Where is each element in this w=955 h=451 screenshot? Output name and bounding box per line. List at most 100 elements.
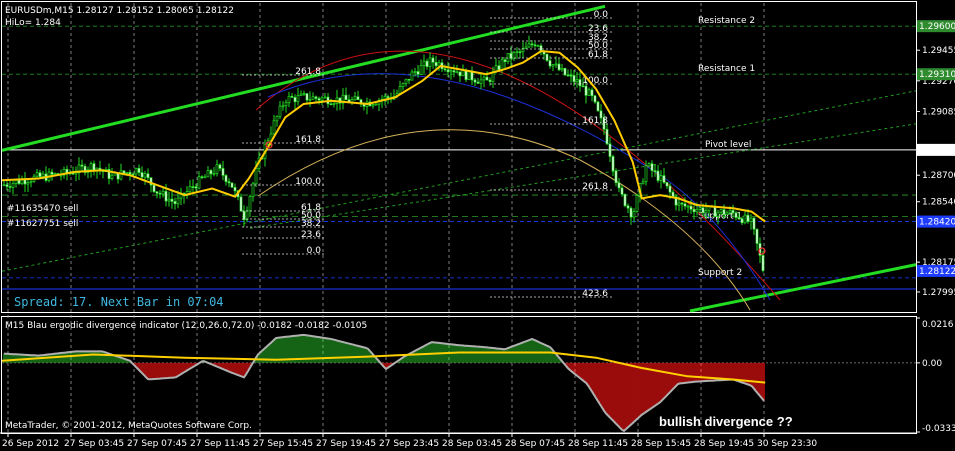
- candle-body: [374, 103, 378, 106]
- candle-body: [482, 76, 486, 81]
- time-label: 28 Sep 11:45: [568, 439, 628, 449]
- candle-body: [629, 207, 633, 218]
- candle-body: [80, 164, 84, 167]
- candle-body: [194, 186, 198, 189]
- candle-body: [143, 173, 147, 178]
- candle-body: [152, 184, 156, 192]
- candle-body: [704, 209, 708, 214]
- time-label: 28 Sep 07:45: [505, 439, 565, 449]
- candle-body: [452, 70, 456, 73]
- candle-body: [206, 170, 210, 178]
- candle-body: [128, 172, 132, 175]
- candle-body: [728, 210, 732, 214]
- time-label: 28 Sep 15:45: [631, 439, 691, 449]
- candle-body: [239, 196, 243, 212]
- candle-body: [356, 96, 360, 101]
- candle-body: [302, 93, 306, 95]
- candle-body: [698, 207, 702, 210]
- candle-body: [593, 95, 597, 103]
- candle-body: [332, 103, 336, 105]
- candle-body: [371, 104, 375, 107]
- candle-body: [446, 69, 450, 73]
- candle-body: [635, 195, 639, 212]
- fib-label: 0.0: [594, 10, 609, 20]
- candle-body: [509, 52, 513, 59]
- candle-body: [215, 164, 219, 174]
- candle-body: [344, 94, 348, 101]
- candle-body: [737, 217, 741, 220]
- candle-body: [755, 228, 759, 244]
- candle-body: [644, 165, 648, 183]
- candle-body: [752, 217, 756, 230]
- candle-body: [314, 96, 318, 99]
- candle-body: [209, 170, 213, 175]
- indicator-tick-label: 0.00: [922, 359, 942, 369]
- candle-body: [161, 190, 165, 195]
- candle-body: [323, 96, 327, 99]
- candle-body: [11, 183, 15, 188]
- candle-body: [287, 95, 291, 104]
- candle-body: [218, 164, 222, 169]
- candle-body: [665, 182, 669, 187]
- copyright: MetaTrader, © 2001-2012, MetaQuotes Soft…: [5, 421, 252, 431]
- candle-body: [695, 209, 699, 213]
- candle-body: [605, 128, 609, 145]
- level-label: Resistance 2: [698, 16, 755, 26]
- level-label: Support 2: [698, 268, 742, 278]
- candle-body: [563, 67, 567, 76]
- candle-body: [545, 53, 549, 61]
- candle-body: [26, 182, 30, 185]
- candle-body: [569, 74, 573, 77]
- candle-body: [581, 85, 585, 88]
- price-tick-label: 1.28540: [922, 198, 955, 208]
- fib-label: 261.8: [582, 182, 608, 192]
- time-label: 27 Sep 11:45: [190, 439, 250, 449]
- candle-body: [122, 170, 126, 174]
- fib-label: 61.8: [588, 50, 608, 60]
- time-label: 27 Sep 23:45: [379, 439, 439, 449]
- candle-body: [617, 182, 621, 189]
- candle-body: [731, 210, 735, 214]
- candle-body: [131, 173, 135, 176]
- fib-label: 161.8: [295, 135, 321, 145]
- candle-body: [407, 78, 411, 81]
- candle-body: [623, 193, 627, 207]
- spread-text: Spread: 17. Next Bar in 07:04: [14, 295, 224, 309]
- candle-body: [41, 173, 45, 177]
- candle-body: [590, 89, 594, 97]
- candle-body: [722, 209, 726, 215]
- candle-body: [524, 46, 528, 49]
- price-tick-label: 1.29085: [922, 107, 955, 117]
- candle-body: [23, 179, 27, 185]
- candle-body: [110, 174, 114, 179]
- candle-body: [734, 212, 738, 218]
- candle-body: [431, 57, 435, 63]
- candle-body: [20, 179, 24, 185]
- candle-body: [272, 120, 276, 135]
- candle-body: [38, 172, 42, 177]
- candle-body: [404, 78, 408, 84]
- candle-body: [203, 176, 207, 179]
- candle-body: [425, 60, 429, 67]
- candle-body: [518, 51, 522, 54]
- candle-body: [428, 57, 432, 67]
- candle-body: [584, 85, 588, 96]
- candle-body: [455, 71, 459, 74]
- candle-body: [305, 93, 309, 101]
- time-label: 30 Sep 23:30: [757, 439, 817, 449]
- fib-label: 161.8: [582, 116, 608, 126]
- candle-body: [653, 170, 657, 172]
- candle-body: [716, 211, 720, 217]
- candle-body: [743, 214, 747, 224]
- candle-body: [611, 156, 615, 172]
- candle-body: [410, 71, 414, 81]
- candle-body: [578, 79, 582, 87]
- candle-body: [671, 191, 675, 197]
- candle-body: [254, 168, 258, 185]
- candle-body: [320, 97, 324, 101]
- candle-body: [647, 163, 651, 167]
- time-label: 27 Sep 03:45: [64, 439, 124, 449]
- candle-body: [224, 175, 228, 182]
- candle-body: [173, 201, 177, 205]
- candle-body: [221, 168, 225, 176]
